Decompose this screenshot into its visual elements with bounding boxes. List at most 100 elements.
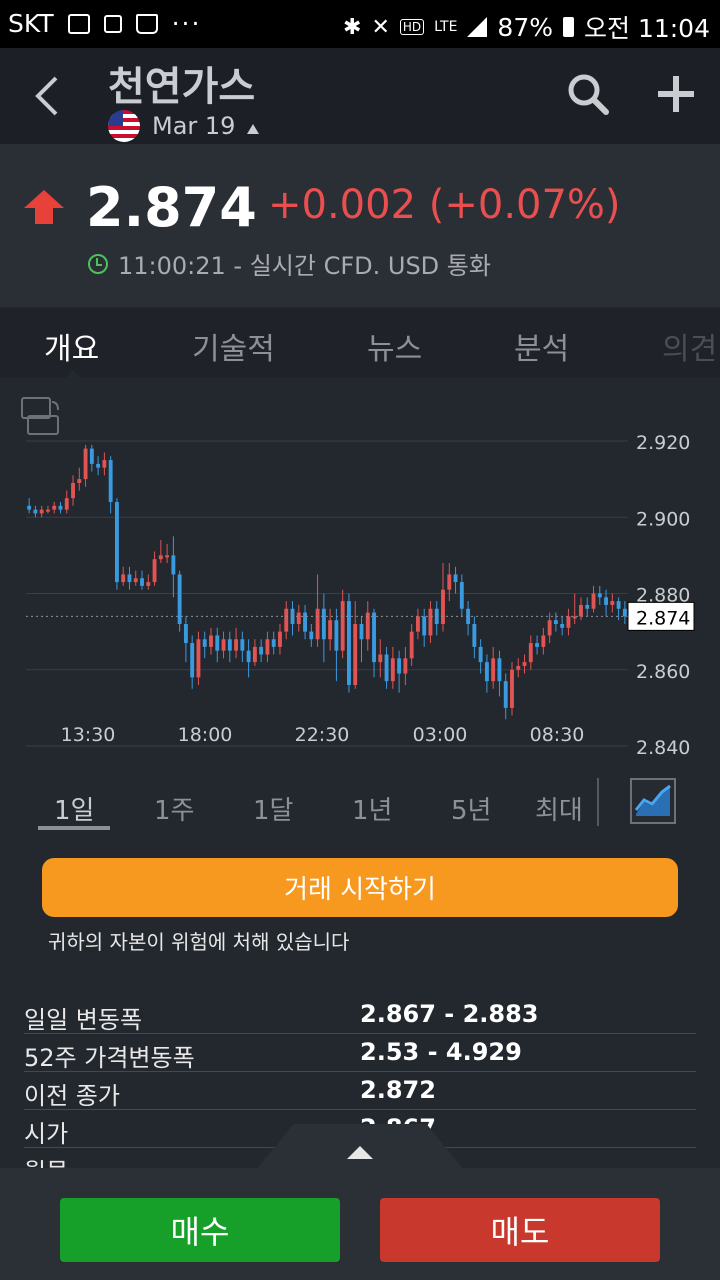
- candle-body: [108, 460, 113, 502]
- last-price: 2.874: [86, 176, 257, 239]
- candle-body: [83, 448, 88, 480]
- buy-button[interactable]: 매수: [60, 1198, 340, 1262]
- range-1m[interactable]: 1달: [253, 790, 293, 827]
- candle-body: [39, 509, 44, 514]
- section-tabs: 개요 기술적 뉴스 분석 의견: [0, 308, 720, 379]
- candle-body: [428, 608, 433, 636]
- sell-button[interactable]: 매도: [380, 1198, 660, 1262]
- candle-body: [516, 665, 521, 670]
- contract-label: Mar 19: [152, 112, 236, 140]
- candle-body: [415, 616, 420, 632]
- stat-label: 시가: [24, 1120, 69, 1148]
- y-tick-label: 2.860: [636, 661, 690, 683]
- shopping-bag-icon: [135, 13, 158, 34]
- battery-icon: [563, 17, 574, 37]
- candle-body: [334, 620, 339, 651]
- candle-body: [121, 574, 126, 583]
- candle-body: [579, 604, 583, 617]
- expand-up-icon[interactable]: [347, 1146, 373, 1159]
- candle-body: [58, 505, 63, 510]
- battery-text: 87%: [497, 12, 553, 42]
- candle-body: [265, 639, 270, 655]
- tab-opinion[interactable]: 의견: [662, 324, 717, 368]
- tab-news[interactable]: 뉴스: [367, 324, 422, 368]
- stat-value: 2.867 - 2.883: [360, 1000, 539, 1028]
- candle-body: [403, 658, 408, 674]
- tab-analysis[interactable]: 분석: [514, 324, 569, 368]
- candle-body: [71, 482, 75, 499]
- candle-body: [585, 604, 590, 609]
- candle-body: [422, 616, 427, 636]
- candle-body: [409, 631, 414, 659]
- x-tick-label: 18:00: [178, 724, 233, 746]
- candle-body: [27, 505, 32, 510]
- candle-body: [328, 620, 333, 640]
- dropdown-triangle-icon: [247, 124, 260, 134]
- candle-body: [259, 646, 264, 655]
- candle-body: [535, 643, 540, 647]
- price-chart[interactable]: 2.874 13:30 18:00 22:30 03:00 08:30 2.920 2.9…: [0, 378, 720, 770]
- chart-type-button[interactable]: [630, 778, 676, 824]
- range-1d[interactable]: 1일: [54, 790, 94, 827]
- y-tick-label: 2.900: [636, 508, 690, 530]
- candle-body: [140, 578, 144, 586]
- candle-body: [171, 555, 176, 575]
- start-trading-button[interactable]: 거래 시작하기: [42, 858, 678, 917]
- candle-body: [64, 498, 69, 510]
- candle-body: [146, 582, 151, 586]
- tab-technical[interactable]: 기술적: [192, 324, 275, 368]
- up-arrow-icon: [24, 190, 64, 224]
- candle-body: [359, 624, 364, 640]
- back-arrow-icon[interactable]: [28, 74, 68, 118]
- clock-text: 오전 11:04: [584, 14, 710, 43]
- candle-body: [46, 509, 50, 512]
- area-chart-icon: [634, 784, 671, 816]
- tab-overview[interactable]: 개요: [44, 324, 99, 368]
- candle-body: [196, 639, 201, 678]
- range-max[interactable]: 최대: [535, 790, 583, 827]
- stat-row: 52주 가격변동폭 2.53 - 4.929: [24, 1034, 696, 1072]
- candle-body: [541, 635, 546, 647]
- candle-body: [447, 574, 452, 590]
- candle-body: [347, 601, 351, 685]
- range-1y[interactable]: 1년: [352, 790, 392, 827]
- candle-body: [114, 502, 119, 583]
- stat-row: 일일 변동폭 2.867 - 2.883: [24, 996, 696, 1034]
- candle-body: [397, 658, 402, 674]
- network-label: LTE: [434, 19, 458, 35]
- status-bar: SKT ··· ✱ ✕ HD LTE 87% 오전 11:04: [0, 0, 720, 48]
- range-selector: 1일 1주 1달 1년 5년 최대: [0, 770, 720, 836]
- candle-body: [183, 624, 188, 644]
- candle-body: [321, 608, 326, 640]
- rotate-chart-icon[interactable]: [21, 397, 59, 435]
- candle-body: [240, 639, 245, 651]
- candle-body: [315, 608, 320, 640]
- candle-body: [252, 646, 257, 663]
- candle-body: [497, 658, 502, 682]
- quote-time-text: 11:00:21 - 실시간 CFD. USD 통화: [118, 252, 491, 280]
- range-divider: [597, 778, 599, 826]
- y-tick-label: 2.880: [636, 585, 690, 607]
- carrier-label: SKT: [8, 9, 54, 38]
- hd-voice-icon: HD: [399, 19, 425, 35]
- x-tick-label: 13:30: [61, 724, 116, 746]
- stat-label: 52주 가격변동폭: [24, 1044, 195, 1072]
- candle-body: [616, 601, 621, 609]
- candle-body: [77, 479, 82, 483]
- candle-body: [89, 448, 94, 464]
- range-5y[interactable]: 5년: [451, 790, 491, 827]
- range-1w[interactable]: 1주: [154, 790, 194, 827]
- candle-body: [271, 639, 276, 647]
- candle-body: [622, 608, 627, 617]
- candle-body: [597, 593, 602, 598]
- app-header: 천연가스 Mar 19: [0, 48, 720, 144]
- candle-body: [441, 589, 445, 624]
- candle-body: [102, 460, 107, 468]
- contract-selector[interactable]: Mar 19: [108, 110, 260, 142]
- add-icon[interactable]: [652, 70, 700, 118]
- candle-body: [484, 662, 489, 682]
- candle-body: [309, 631, 314, 640]
- mute-icon: ✕: [371, 14, 390, 40]
- search-icon[interactable]: [564, 70, 612, 118]
- candle-body: [133, 578, 138, 583]
